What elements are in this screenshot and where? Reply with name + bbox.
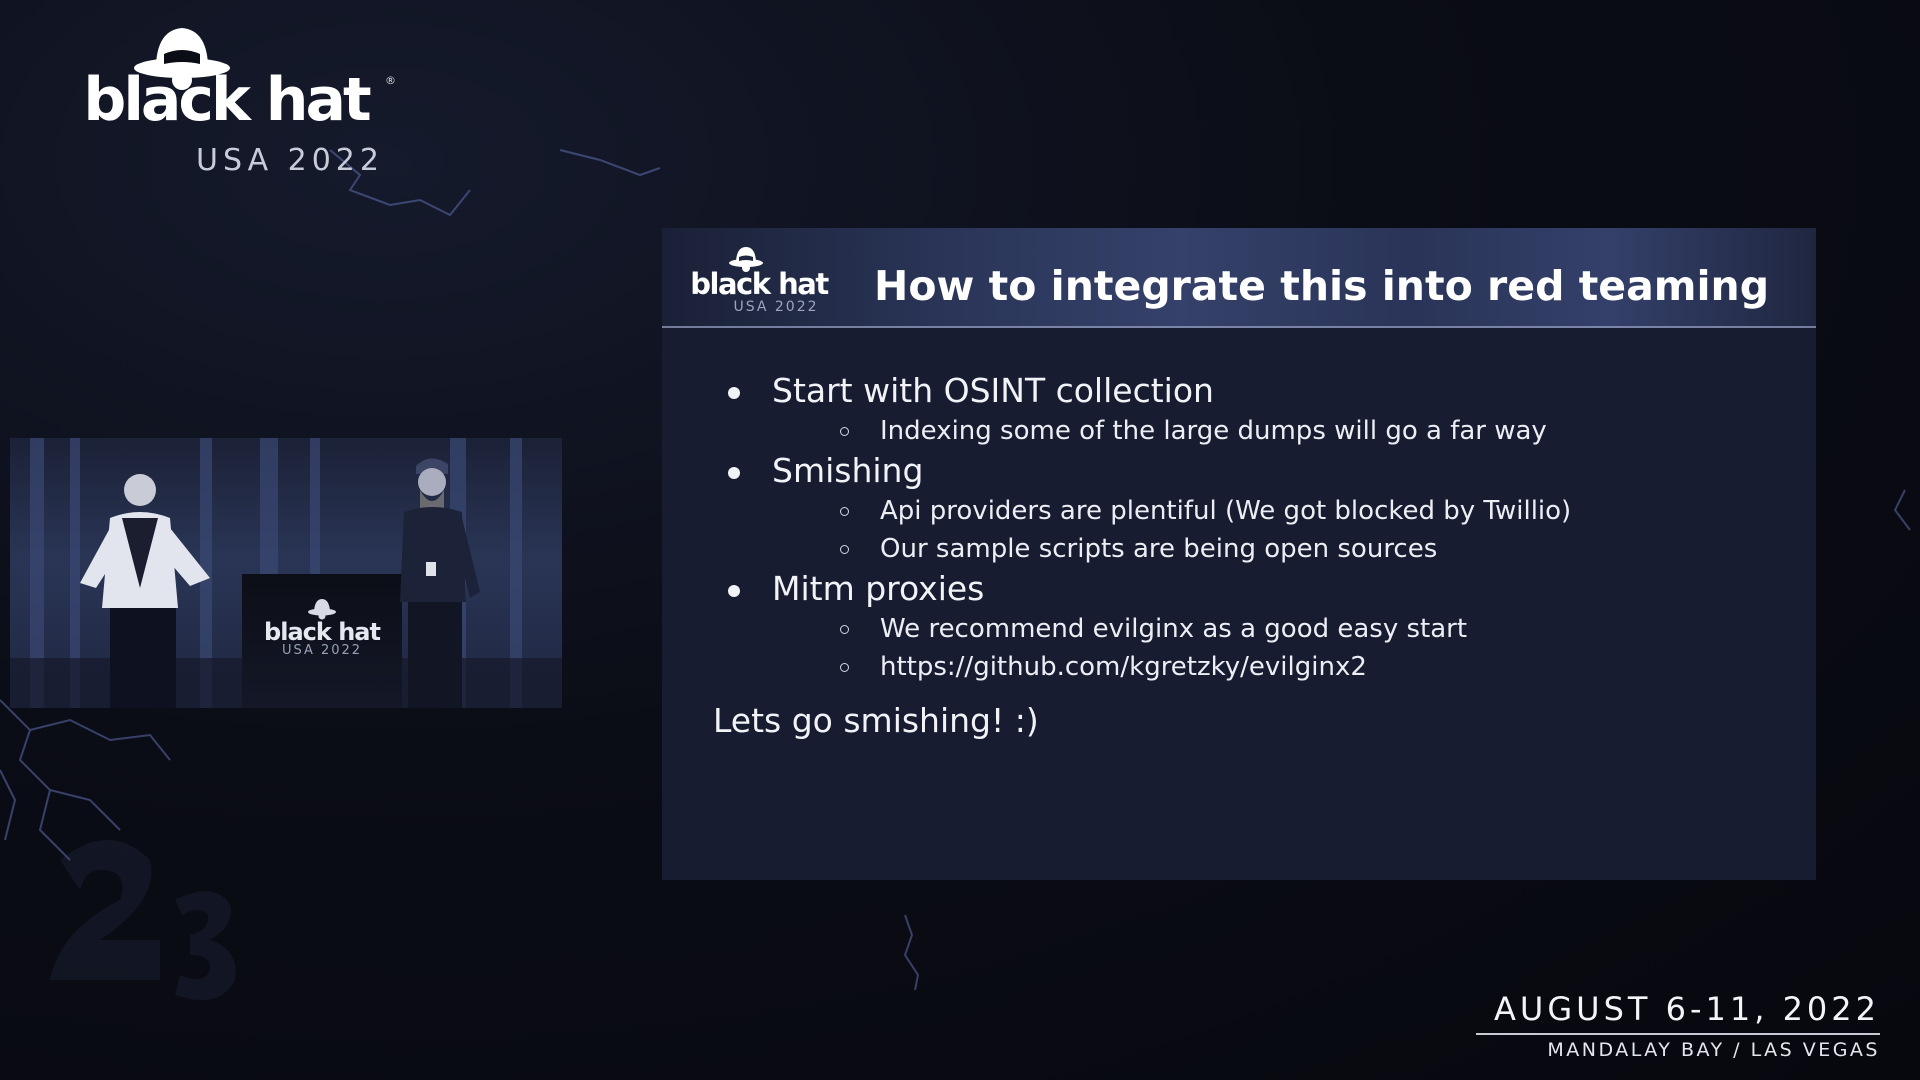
stage-camera-feed: black hat USA 2022 <box>10 438 562 708</box>
slide-header: black hat USA 2022 How to integrate this… <box>662 228 1816 328</box>
hollow-bullet-icon <box>840 625 849 634</box>
bullet-text: Start with OSINT collection <box>772 371 1214 410</box>
hollow-bullet-icon <box>840 507 849 516</box>
sub-bullet-item: Indexing some of the large dumps will go… <box>772 412 1782 450</box>
presenter-right <box>400 458 480 708</box>
hollow-bullet-icon <box>840 663 849 672</box>
bullet-item: Mitm proxies We recommend evilginx as a … <box>722 568 1782 686</box>
bullet-list: Start with OSINT collection Indexing som… <box>722 370 1782 686</box>
registered-trademark-mark: ® <box>385 74 396 87</box>
podium-logo-edition: USA 2022 <box>281 643 363 658</box>
black-hat-spy-icon <box>308 599 336 620</box>
event-dates: AUGUST 6-11, 2022 <box>1494 990 1880 1028</box>
sub-bullet-text: We recommend evilginx as a good easy sta… <box>880 614 1468 644</box>
event-info: AUGUST 6-11, 2022 MANDALAY BAY / LAS VEG… <box>1476 993 1880 1060</box>
sub-bullet-item: Api providers are plentiful (We got bloc… <box>772 492 1782 530</box>
hollow-bullet-icon <box>840 427 849 436</box>
sub-bullet-text: Api providers are plentiful (We got bloc… <box>880 496 1572 526</box>
bullet-dot-icon <box>728 467 740 479</box>
slide-logo: black hat USA 2022 <box>676 246 842 316</box>
sub-bullet-text: Indexing some of the large dumps will go… <box>880 416 1547 446</box>
sub-bullet-item: We recommend evilginx as a good easy sta… <box>772 610 1782 648</box>
stage-podium: black hat USA 2022 <box>242 574 402 708</box>
slide-title: How to integrate this into red teaming <box>874 262 1770 310</box>
hollow-bullet-icon <box>840 545 849 554</box>
podium-logo: black hat USA 2022 <box>242 598 402 658</box>
sub-bullet-link-text: https://github.com/kgretzky/evilginx2 <box>880 652 1367 682</box>
slide-logo-name: black hat <box>690 267 829 301</box>
conference-logo: black hat USA 2022 ® <box>56 24 396 176</box>
conference-logo-edition: USA 2022 <box>196 143 384 178</box>
sub-bullet-item: https://github.com/kgretzky/evilginx2 <box>772 648 1782 686</box>
slide-closing-line: Lets go smishing! :) <box>713 701 1039 740</box>
sub-bullet-list: Api providers are plentiful (We got bloc… <box>772 492 1782 568</box>
presentation-slide: black hat USA 2022 How to integrate this… <box>662 228 1816 880</box>
sub-bullet-item: Our sample scripts are being open source… <box>772 530 1782 568</box>
sub-bullet-list: Indexing some of the large dumps will go… <box>772 412 1782 450</box>
sub-bullet-text: Our sample scripts are being open source… <box>880 534 1438 564</box>
bullet-dot-icon <box>728 585 740 597</box>
sub-bullet-list: We recommend evilginx as a good easy sta… <box>772 610 1782 686</box>
bullet-item: Start with OSINT collection Indexing som… <box>722 370 1782 450</box>
bullet-text: Smishing <box>772 451 924 490</box>
conference-logo-name: black hat <box>83 65 371 135</box>
bullet-item: Smishing Api providers are plentiful (We… <box>722 450 1782 568</box>
event-venue: MANDALAY BAY / LAS VEGAS <box>1547 1039 1880 1061</box>
bullet-dot-icon <box>728 387 740 399</box>
podium-logo-name: black hat <box>264 618 381 646</box>
event-divider <box>1476 1033 1880 1035</box>
bullet-text: Mitm proxies <box>772 569 985 608</box>
presenter-left <box>80 474 210 708</box>
slide-logo-edition: USA 2022 <box>733 299 819 315</box>
slide-body: Start with OSINT collection Indexing som… <box>662 328 1816 880</box>
